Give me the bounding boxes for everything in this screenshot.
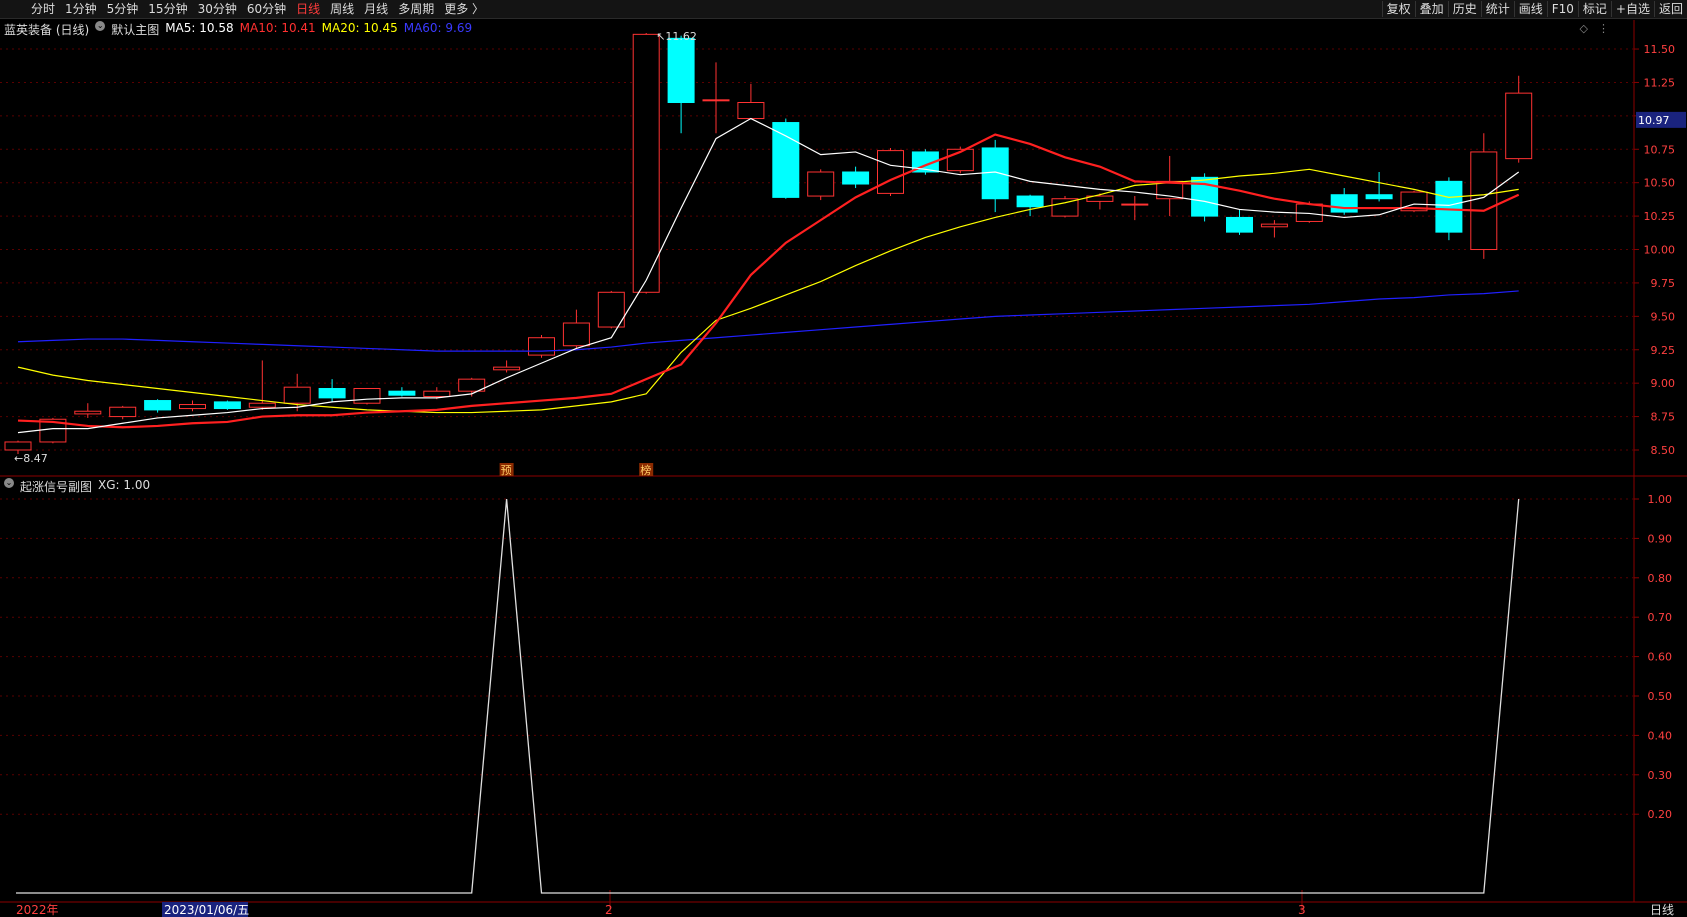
candle-body-43 (1505, 92, 1533, 160)
sub-tick-label-8: 1.00 (1648, 493, 1673, 506)
candle-body-24 (842, 171, 870, 185)
candle-body-11 (388, 390, 416, 396)
period-label: 日线 (1650, 903, 1674, 917)
candle-body-38 (1330, 194, 1358, 213)
candle-body-16 (562, 322, 590, 347)
month-label-3: 3 (1298, 903, 1306, 917)
low-price-label: ←8.47 (14, 452, 48, 465)
candle-body-7 (248, 402, 276, 408)
price-tick-label-11: 11.25 (1644, 76, 1676, 89)
candle-body-35 (1226, 216, 1253, 233)
cursor-date-label: 2023/01/06/五 (164, 903, 249, 917)
candle-body-6 (213, 401, 241, 410)
sub-tick-label-0: 0.20 (1648, 808, 1673, 821)
ma60-line (17, 290, 1519, 352)
year-label: 2022年 (16, 903, 59, 917)
chart-canvas[interactable]: 8.50 8.75 9.00 9.25 9.50 9.75 10.00 10.25 10.50 1… (0, 0, 1687, 917)
price-tick-label-12: 11.50 (1644, 43, 1676, 56)
candle-body-32 (1121, 203, 1149, 206)
candle-body-4 (144, 400, 172, 411)
tag-yu: 预 (501, 464, 512, 477)
price-tick-label-1: 8.75 (1651, 411, 1676, 424)
candle-body-14 (493, 366, 521, 371)
sub-tick-label-3: 0.50 (1648, 690, 1673, 703)
candle-body-19 (667, 37, 695, 103)
candle-body-8 (283, 386, 311, 404)
current-price-label: 10.97 (1638, 114, 1670, 127)
candle-body-36 (1260, 223, 1288, 228)
sub-tick-label-6: 0.80 (1648, 572, 1673, 585)
candle-body-0 (4, 441, 32, 451)
candle-body-39 (1365, 194, 1393, 200)
ma20-line (17, 168, 1519, 414)
price-tick-label-9: 10.75 (1644, 143, 1676, 156)
sub-tick-label-4: 0.60 (1648, 651, 1673, 664)
price-tick-label-2: 9.00 (1651, 377, 1676, 390)
candle-body-42 (1470, 151, 1498, 251)
price-tick-label-7: 10.25 (1644, 210, 1676, 223)
price-tick-label-3: 9.25 (1651, 344, 1676, 357)
candle-body-23 (807, 171, 835, 197)
candle-body-10 (353, 388, 381, 404)
candle-body-20 (702, 99, 730, 102)
sub-tick-label-7: 0.90 (1648, 532, 1673, 545)
price-tick-label-5: 9.75 (1651, 277, 1676, 290)
candle-body-9 (318, 388, 346, 399)
ma5-line (17, 117, 1520, 434)
price-tick-label-0: 8.50 (1651, 444, 1676, 457)
candle-body-18 (632, 33, 660, 293)
high-price-label: ↖11.62 (656, 30, 697, 43)
tag-bang: 榜 (640, 463, 651, 477)
price-tick-label-8: 10.50 (1644, 177, 1676, 190)
candle-body-29 (1016, 195, 1044, 208)
sub-tick-label-1: 0.30 (1648, 769, 1673, 782)
candle-body-28 (981, 147, 1009, 200)
candle-body-2 (74, 410, 102, 415)
candle-body-30 (1051, 198, 1079, 217)
candle-body-22 (772, 122, 800, 198)
month-label-2: 2 (605, 903, 613, 917)
sub-tick-label-5: 0.70 (1648, 611, 1673, 624)
candle-body-21 (737, 101, 765, 120)
candle-body-15 (528, 337, 555, 356)
sub-tick-label-2: 0.40 (1648, 729, 1673, 742)
candle-body-3 (109, 406, 137, 418)
price-tick-label-6: 10.00 (1644, 244, 1676, 257)
candle-body-25 (877, 150, 904, 194)
candle-body-5 (179, 404, 206, 410)
price-tick-label-4: 9.50 (1651, 310, 1676, 323)
candle-body-12 (423, 390, 451, 398)
candle-body-41 (1435, 180, 1463, 233)
